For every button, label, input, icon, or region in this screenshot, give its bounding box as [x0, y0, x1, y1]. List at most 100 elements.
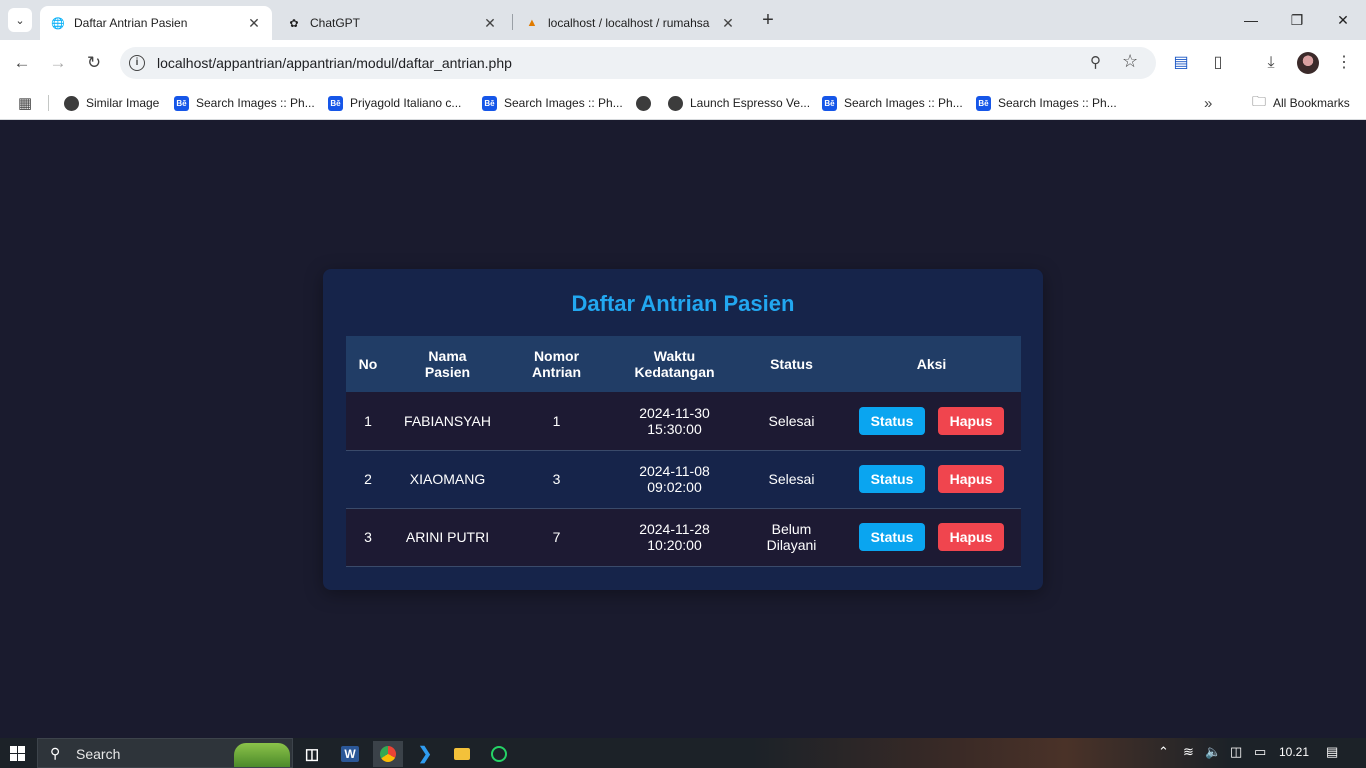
chrome-icon[interactable] — [373, 741, 403, 767]
windows-start-icon[interactable] — [10, 746, 25, 761]
column-header-no: No — [346, 336, 390, 392]
bookmark-label: Priyagold Italiano c... — [350, 96, 462, 110]
cell-nomor: 3 — [505, 450, 608, 509]
bookmark-item[interactable]: Launch Espresso Ve... — [668, 93, 810, 113]
status-button[interactable]: Status — [859, 465, 925, 493]
bookmark-item[interactable]: Similar Image — [64, 93, 159, 113]
new-tab-plus-icon[interactable]: + — [758, 9, 778, 31]
whatsapp-icon[interactable] — [484, 741, 514, 767]
task-view-icon[interactable]: ◫ — [297, 741, 327, 767]
tab-title: localhost / localhost / rumahsa — [548, 16, 710, 30]
cell-aksi: Status Hapus — [842, 392, 1021, 451]
tray-chevron-up-icon[interactable]: ⌃ — [1158, 744, 1169, 760]
wifi-icon[interactable]: ≋ — [1183, 744, 1194, 760]
search-highlight-image — [234, 743, 290, 767]
taskbar-search-box[interactable]: ⚲ Search — [37, 738, 293, 768]
file-explorer-icon[interactable] — [447, 741, 477, 767]
hapus-button[interactable]: Hapus — [938, 406, 1004, 435]
bookmark-label: Similar Image — [86, 96, 160, 110]
behance-icon: Bē — [328, 95, 343, 111]
bookmark-star-icon[interactable]: ☆ — [1122, 51, 1138, 72]
cell-status: Selesai — [741, 392, 842, 451]
hapus-button[interactable]: Hapus — [938, 465, 1004, 493]
search-icon: ⚲ — [50, 745, 61, 761]
cell-waktu: 2024-11-30 15:30:00 — [608, 392, 741, 451]
folder-icon: 🗀 — [1252, 93, 1266, 109]
word-icon[interactable]: W — [335, 741, 365, 767]
tab-title: Daftar Antrian Pasien — [74, 16, 188, 30]
meet-camera-icon[interactable]: ◫ — [1230, 744, 1242, 760]
tab-chatgpt[interactable]: ✿ ChatGPT ✕ — [276, 6, 508, 40]
bookmark-item[interactable]: Bē Search Images :: Ph... — [482, 93, 623, 113]
globe-icon — [636, 95, 651, 111]
zoom-icon[interactable]: ⚲ — [1090, 53, 1101, 71]
apps-grid-icon[interactable]: ▦ — [18, 93, 32, 113]
bookmark-item[interactable]: Bē Search Images :: Ph... — [976, 93, 1117, 113]
phpmyadmin-icon: ▲ — [526, 17, 538, 29]
queue-card: Daftar Antrian Pasien No Nama Pasien Nomo… — [323, 269, 1043, 590]
hapus-button[interactable]: Hapus — [938, 523, 1004, 551]
tab-close-icon[interactable]: ✕ — [720, 15, 736, 32]
close-window-icon[interactable]: ✕ — [1320, 6, 1366, 34]
cell-status: Belum Dilayani — [741, 508, 842, 567]
status-button[interactable]: Status — [859, 406, 925, 435]
tab-phpmyadmin[interactable]: ▲ localhost / localhost / rumahsa ✕ — [514, 6, 746, 40]
site-info-icon[interactable]: i — [129, 55, 145, 71]
table-header-row: No Nama Pasien Nomor Antrian Waktu Kedatang… — [346, 336, 1021, 392]
tab-close-icon[interactable]: ✕ — [246, 15, 262, 32]
behance-icon: Bē — [174, 95, 189, 111]
table-row: 1 FABIANSYAH 1 2024-11-30 15:30:00 Selesa… — [346, 392, 1021, 451]
taskbar-search-placeholder: Search — [76, 746, 121, 762]
more-bookmarks-chevron-icon[interactable]: » — [1204, 93, 1212, 113]
bookmark-item[interactable]: Bē Search Images :: Ph... — [822, 93, 963, 113]
bookmark-label: Search Images :: Ph... — [844, 96, 963, 110]
tab-search-chevron-icon[interactable]: ⌄ — [8, 8, 32, 32]
queue-table: No Nama Pasien Nomor Antrian Waktu Kedatang… — [346, 336, 1021, 567]
cell-nomor: 7 — [505, 508, 608, 567]
bookmarks-divider — [48, 95, 49, 111]
notification-icon[interactable]: ▤ — [1326, 744, 1338, 760]
clock[interactable]: 10.21 — [1279, 745, 1309, 759]
download-icon[interactable]: ⤓ — [1260, 52, 1282, 74]
all-bookmarks-button[interactable]: 🗀 All Bookmarks — [1252, 93, 1350, 113]
column-header-status: Status — [741, 336, 842, 392]
minimize-icon[interactable]: — — [1228, 6, 1274, 34]
cell-waktu: 2024-11-08 09:02:00 — [608, 450, 741, 509]
bookmark-label: Search Images :: Ph... — [196, 96, 315, 110]
extensions-puzzle-icon[interactable]: ▯ — [1207, 52, 1229, 74]
tab-daftar-antrian[interactable]: 🌐 Daftar Antrian Pasien ✕ — [40, 6, 272, 40]
address-bar[interactable]: i localhost/appantrian/appantrian/modul/… — [120, 47, 1156, 79]
bookmark-item[interactable] — [636, 93, 658, 113]
url-text[interactable]: localhost/appantrian/appantrian/modul/da… — [157, 55, 512, 71]
restore-icon[interactable]: ❐ — [1274, 6, 1320, 34]
cell-nama: XIAOMANG — [390, 450, 505, 509]
cell-nama: ARINI PUTRI — [390, 508, 505, 567]
table-row: 3 ARINI PUTRI 7 2024-11-28 10:20:00 Belum… — [346, 508, 1021, 567]
tab-bar: ⌄ 🌐 Daftar Antrian Pasien ✕ ✿ ChatGPT ✕ … — [0, 0, 1366, 40]
reload-icon[interactable]: ↻ — [82, 51, 106, 75]
table-row: 2 XIAOMANG 3 2024-11-08 09:02:00 Selesai … — [346, 450, 1021, 509]
cell-status: Selesai — [741, 450, 842, 509]
reading-mode-icon[interactable]: ▤ — [1170, 52, 1192, 74]
behance-icon: Bē — [822, 95, 837, 111]
tab-close-icon[interactable]: ✕ — [482, 15, 498, 32]
bookmark-label: Launch Espresso Ve... — [690, 96, 811, 110]
back-arrow-icon[interactable]: ← — [10, 51, 34, 75]
vscode-icon[interactable]: ❯ — [410, 741, 440, 767]
column-header-nama: Nama Pasien — [390, 336, 505, 392]
bookmark-item[interactable]: Bē Priyagold Italiano c... — [328, 93, 461, 113]
volume-icon[interactable]: 🔈 — [1205, 744, 1221, 760]
globe-icon: 🌐 — [51, 17, 65, 30]
bookmark-item[interactable]: Bē Search Images :: Ph... — [174, 93, 315, 113]
all-bookmarks-label: All Bookmarks — [1273, 96, 1350, 110]
cell-no: 3 — [346, 508, 390, 567]
browser-toolbar: ← → ↻ i localhost/appantrian/appantrian/… — [0, 40, 1366, 86]
forward-arrow-icon[interactable]: → — [46, 51, 70, 75]
battery-icon[interactable]: ▭ — [1254, 744, 1266, 760]
globe-icon — [668, 95, 683, 111]
tab-divider — [512, 14, 513, 30]
windows-taskbar: ⚲ Search ◫ W ❯ ⌃ ≋ 🔈 ◫ ▭ 10.21 ▤ — [0, 738, 1366, 768]
status-button[interactable]: Status — [859, 523, 925, 551]
profile-avatar[interactable] — [1297, 52, 1319, 74]
kebab-menu-icon[interactable]: ⋮ — [1333, 52, 1355, 74]
